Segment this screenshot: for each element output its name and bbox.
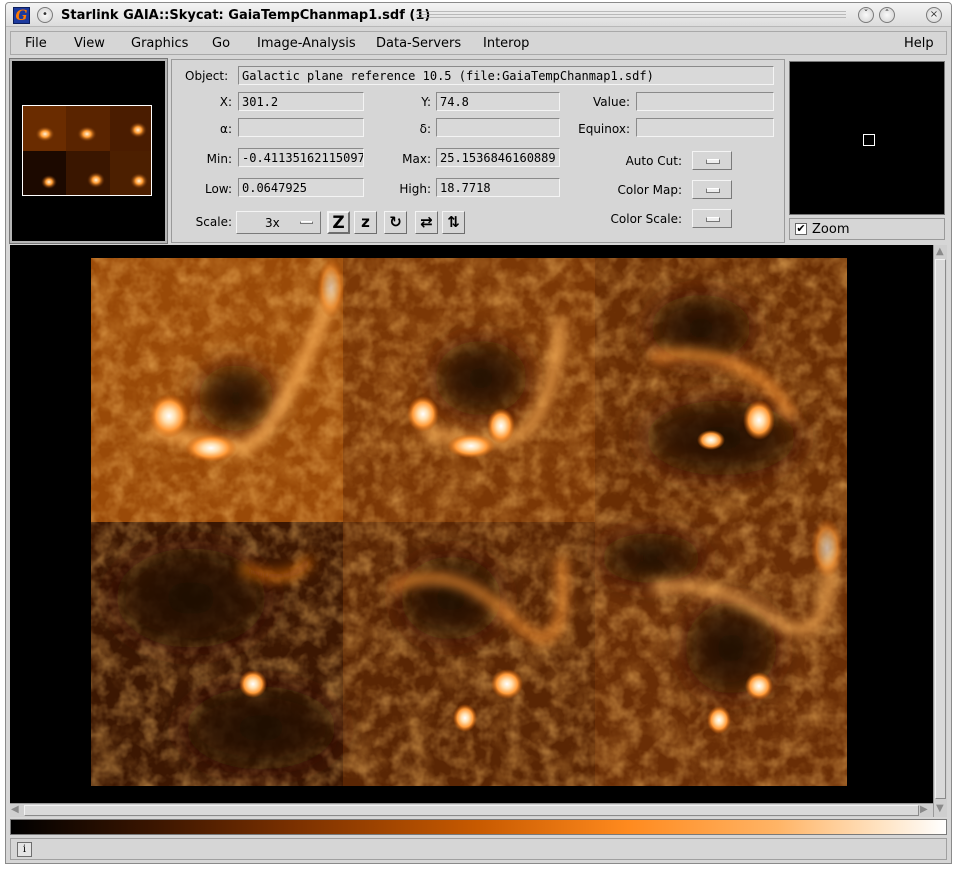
scroll-down-icon[interactable]: ▼ (936, 803, 944, 815)
menu-image-analysis[interactable]: Image-Analysis (257, 36, 356, 51)
bright-source (697, 430, 725, 450)
menu-bar: File View Graphics Go Image-Analysis Dat… (10, 31, 947, 55)
bright-source (239, 670, 267, 698)
info-icon[interactable]: i (17, 842, 32, 857)
max-field[interactable]: 25.1536846160889 (436, 148, 560, 167)
flip-y-icon: ⇅ (447, 213, 460, 231)
x-field[interactable]: 301.2 (238, 92, 364, 111)
maximize-button[interactable]: ˆ (879, 7, 895, 23)
window-menu-button[interactable]: • (37, 7, 53, 23)
vertical-scroll-thumb[interactable] (935, 259, 946, 799)
bright-source (487, 408, 515, 444)
flip-x-button[interactable]: ⇄ (415, 211, 438, 234)
scroll-left-icon[interactable]: ◀ (11, 804, 19, 816)
scale-menu-indicator (300, 221, 313, 224)
scroll-up-icon[interactable]: ▲ (936, 246, 944, 258)
colorscale-label: Color Scale: (610, 212, 682, 226)
colormap-label: Color Map: (617, 183, 682, 197)
min-field[interactable]: -0.41135162115097 (238, 148, 364, 167)
scale-label: Scale: (195, 215, 232, 229)
object-label: Object: (185, 69, 229, 83)
zoom-in-button[interactable]: Z (327, 211, 350, 234)
delta-label: δ: (419, 122, 431, 136)
horizontal-scrollbar[interactable]: ◀ ▶ (10, 803, 933, 817)
scale-value: 3x (265, 216, 280, 230)
menu-graphics[interactable]: Graphics (131, 36, 188, 51)
colormap-menu-button[interactable] (692, 180, 732, 199)
window-title: Starlink GAIA::Skycat: GaiaTempChanmap1.… (61, 8, 431, 23)
pan-thumbnail[interactable] (22, 105, 152, 196)
value-field[interactable] (636, 92, 774, 111)
bright-source (407, 396, 439, 432)
zoom-out-icon: z (361, 213, 370, 231)
zoom-toggle[interactable]: ✔ Zoom (789, 218, 945, 240)
zoom-view (789, 61, 945, 215)
menu-interop[interactable]: Interop (483, 36, 529, 51)
alpha-field[interactable] (238, 118, 364, 137)
menu-file[interactable]: File (25, 36, 47, 51)
y-label: Y: (421, 95, 431, 109)
max-label: Max: (402, 152, 431, 166)
autocut-menu-button[interactable] (692, 151, 732, 170)
object-field[interactable]: Galactic plane reference 10.5 (file:Gaia… (238, 66, 774, 85)
bright-source (453, 704, 477, 732)
status-bar: i (10, 838, 947, 860)
low-field[interactable]: 0.0647925 (238, 178, 364, 197)
colormap-bar[interactable] (10, 819, 947, 835)
vertical-scrollbar[interactable]: ▲ ▼ (933, 245, 947, 817)
gaia-app-icon[interactable]: G (13, 7, 30, 24)
equinox-label: Equinox: (578, 122, 630, 136)
zoom-checkbox[interactable]: ✔ (795, 223, 807, 235)
delta-field[interactable] (436, 118, 560, 137)
scroll-right-icon[interactable]: ▶ (920, 804, 928, 816)
bright-source (743, 400, 775, 440)
pan-panel (9, 58, 168, 244)
rotate-button[interactable]: ↻ (384, 211, 407, 234)
zoom-cursor-box (863, 134, 875, 146)
flip-x-icon: ⇄ (420, 213, 433, 231)
menu-help[interactable]: Help (904, 36, 934, 51)
zoom-panel: ✔ Zoom (788, 59, 947, 243)
zoom-out-button[interactable]: z (354, 211, 377, 234)
close-button[interactable]: × (926, 7, 942, 23)
image-canvas[interactable] (10, 245, 933, 803)
high-field[interactable]: 18.7718 (436, 178, 560, 197)
bright-source (185, 434, 237, 462)
title-bar: G • Starlink GAIA::Skycat: GaiaTempChanm… (6, 3, 951, 27)
minimize-button[interactable]: ˇ (858, 7, 874, 23)
menu-view[interactable]: View (74, 36, 105, 51)
scale-menu-button[interactable]: 3x (236, 211, 321, 234)
high-label: High: (399, 182, 431, 196)
alpha-label: α: (220, 122, 232, 136)
low-label: Low: (204, 182, 232, 196)
x-label: X: (219, 95, 232, 109)
flip-y-button[interactable]: ⇅ (442, 211, 465, 234)
bright-source (491, 669, 523, 699)
pan-thumbnail-image (23, 106, 151, 195)
info-panel: Object: Galactic plane reference 10.5 (f… (171, 59, 785, 243)
bright-source (447, 434, 495, 458)
title-bar-grip (416, 11, 846, 20)
autocut-label: Auto Cut: (625, 154, 682, 168)
bright-source (707, 706, 731, 734)
equinox-field[interactable] (636, 118, 774, 137)
bright-source (745, 672, 773, 700)
colorscale-menu-button[interactable] (692, 209, 732, 228)
horizontal-scroll-thumb[interactable] (24, 805, 919, 816)
menu-data-servers[interactable]: Data-Servers (376, 36, 461, 51)
min-label: Min: (206, 152, 232, 166)
channel-map-mosaic[interactable] (91, 258, 847, 786)
zoom-in-icon: Z (332, 213, 345, 233)
value-label: Value: (593, 95, 630, 109)
menu-go[interactable]: Go (212, 36, 230, 51)
bright-source (149, 394, 189, 438)
zoom-label: Zoom (812, 222, 850, 237)
gaia-window: G • Starlink GAIA::Skycat: GaiaTempChanm… (5, 2, 952, 864)
rotate-icon: ↻ (389, 213, 402, 231)
y-field[interactable]: 74.8 (436, 92, 560, 111)
